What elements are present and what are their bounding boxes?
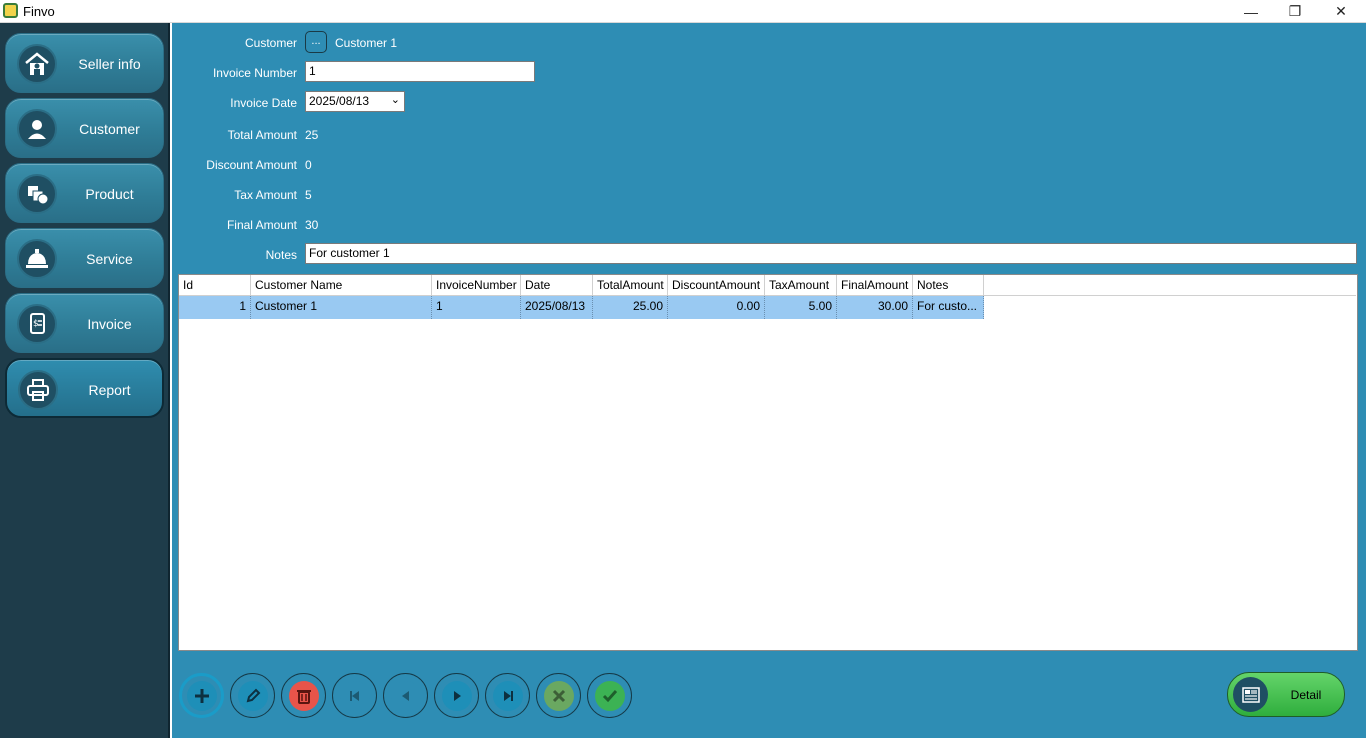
sidebar-item-seller-info[interactable]: Seller info bbox=[5, 33, 164, 93]
cell-notes[interactable]: For custo... bbox=[913, 296, 984, 319]
cell-customer-name[interactable]: Customer 1 bbox=[251, 296, 432, 319]
tax-amount-label: Tax Amount bbox=[234, 188, 297, 202]
invoice-panel: Customer ... Customer 1 Invoice Number 1… bbox=[172, 23, 1366, 738]
chevron-down-icon: ⌄ bbox=[390, 94, 400, 106]
cell-total-amount[interactable]: 25.00 bbox=[593, 296, 668, 319]
column-header-discount-amount[interactable]: DiscountAmount bbox=[668, 275, 765, 296]
house-person-icon bbox=[17, 44, 57, 84]
detail-button-label: Detail bbox=[1290, 688, 1322, 702]
column-header-tax-amount[interactable]: TaxAmount bbox=[765, 275, 837, 296]
first-record-icon bbox=[339, 680, 370, 711]
sidebar-item-service[interactable]: Service bbox=[5, 228, 164, 288]
trash-icon bbox=[288, 680, 319, 711]
customer-value: Customer 1 bbox=[335, 36, 398, 50]
cell-id[interactable]: 1 bbox=[179, 296, 251, 319]
sidebar-item-label: Product bbox=[85, 186, 134, 202]
previous-record-icon bbox=[390, 680, 421, 711]
invoice-grid[interactable]: Id Customer Name InvoiceNumber Date Tota… bbox=[178, 274, 1358, 651]
final-amount-value: 30 bbox=[305, 218, 319, 232]
next-record-button[interactable] bbox=[434, 673, 479, 718]
pencil-icon bbox=[237, 680, 268, 711]
document-list-icon bbox=[1233, 677, 1268, 712]
sidebar-item-label: Invoice bbox=[87, 316, 132, 332]
last-record-button[interactable] bbox=[485, 673, 530, 718]
discount-amount-value: 0 bbox=[305, 158, 312, 172]
first-record-button[interactable] bbox=[332, 673, 377, 718]
edit-button[interactable] bbox=[230, 673, 275, 718]
add-button[interactable] bbox=[179, 673, 224, 718]
title-bar: Finvo — ❐ ✕ bbox=[0, 0, 1366, 23]
cell-date[interactable]: 2025/08/13 bbox=[521, 296, 593, 319]
customer-label: Customer bbox=[244, 36, 297, 50]
delete-button[interactable] bbox=[281, 673, 326, 718]
svg-text:$: $ bbox=[33, 319, 39, 329]
column-header-final-amount[interactable]: FinalAmount bbox=[837, 275, 913, 296]
cell-tax-amount[interactable]: 5.00 bbox=[765, 296, 837, 319]
invoice-number-input[interactable]: 1 bbox=[305, 61, 535, 82]
sidebar-item-report[interactable]: Report bbox=[5, 358, 164, 418]
sidebar-item-label: Customer bbox=[79, 121, 140, 137]
sidebar-item-label: Seller info bbox=[78, 56, 141, 72]
detail-button[interactable]: Detail bbox=[1227, 672, 1345, 717]
sidebar-item-product[interactable]: Product bbox=[5, 163, 164, 223]
table-row[interactable]: 1 Customer 1 1 2025/08/13 25.00 0.00 5.0… bbox=[179, 296, 984, 319]
total-amount-value: 25 bbox=[305, 128, 319, 142]
previous-record-button[interactable] bbox=[383, 673, 428, 718]
cell-invoice-number[interactable]: 1 bbox=[432, 296, 521, 319]
x-icon bbox=[543, 680, 574, 711]
sidebar-item-invoice[interactable]: $ Invoice bbox=[5, 293, 164, 353]
last-record-icon bbox=[492, 680, 523, 711]
minimize-button[interactable]: — bbox=[1228, 0, 1274, 23]
invoice-icon: $ bbox=[17, 304, 57, 344]
invoice-date-picker[interactable]: 2025/08/13 ⌄ bbox=[305, 91, 405, 112]
total-amount-label: Total Amount bbox=[227, 128, 297, 142]
app-logo-icon bbox=[3, 3, 18, 18]
check-icon bbox=[594, 680, 625, 711]
column-header-customer-name[interactable]: Customer Name bbox=[251, 275, 432, 296]
invoice-date-value: 2025/08/13 bbox=[309, 94, 370, 108]
choose-customer-button[interactable]: ... bbox=[305, 31, 327, 53]
tax-amount-value: 5 bbox=[305, 188, 312, 202]
cell-final-amount[interactable]: 30.00 bbox=[837, 296, 913, 319]
sidebar: Seller info Customer Product Service $ I… bbox=[0, 23, 170, 738]
service-bell-icon bbox=[17, 239, 57, 279]
invoice-date-label: Invoice Date bbox=[230, 96, 297, 110]
next-record-icon bbox=[441, 680, 472, 711]
person-icon bbox=[17, 109, 57, 149]
invoice-number-label: Invoice Number bbox=[212, 66, 297, 80]
discount-amount-label: Discount Amount bbox=[206, 158, 297, 172]
close-button[interactable]: ✕ bbox=[1318, 0, 1364, 23]
column-header-id[interactable]: Id bbox=[179, 275, 251, 296]
column-header-date[interactable]: Date bbox=[521, 275, 593, 296]
sidebar-item-customer[interactable]: Customer bbox=[5, 98, 164, 158]
printer-icon bbox=[18, 370, 58, 410]
restore-button[interactable]: ❐ bbox=[1272, 0, 1318, 23]
column-header-invoice-number[interactable]: InvoiceNumber bbox=[432, 275, 521, 296]
cell-discount-amount[interactable]: 0.00 bbox=[668, 296, 765, 319]
final-amount-label: Final Amount bbox=[226, 218, 297, 232]
confirm-button[interactable] bbox=[587, 673, 632, 718]
plus-icon bbox=[186, 680, 217, 711]
notes-input[interactable]: For customer 1 bbox=[305, 243, 1357, 264]
column-header-notes[interactable]: Notes bbox=[913, 275, 984, 296]
sidebar-item-label: Service bbox=[86, 251, 133, 267]
column-header-filler bbox=[984, 275, 1356, 296]
boxes-icon bbox=[17, 174, 57, 214]
grid-header: Id Customer Name InvoiceNumber Date Tota… bbox=[179, 275, 1356, 296]
cancel-button[interactable] bbox=[536, 673, 581, 718]
notes-label: Notes bbox=[265, 248, 297, 262]
column-header-total-amount[interactable]: TotalAmount bbox=[593, 275, 668, 296]
sidebar-item-label: Report bbox=[88, 382, 131, 398]
window-title: Finvo bbox=[23, 4, 55, 19]
